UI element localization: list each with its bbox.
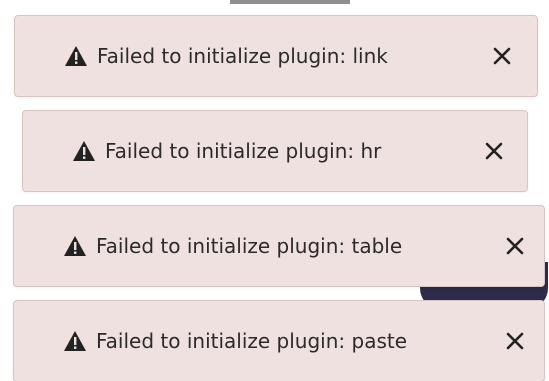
warning-icon — [62, 234, 88, 258]
notification-toast: Failed to initialize plugin: hr — [22, 110, 528, 192]
close-icon[interactable] — [502, 328, 528, 354]
warning-icon — [63, 44, 89, 68]
warning-icon — [71, 139, 97, 163]
notification-message: Failed to initialize plugin: paste — [96, 329, 408, 353]
warning-icon — [62, 329, 88, 353]
notification-toast: Failed to initialize plugin: table — [13, 205, 545, 287]
close-icon[interactable] — [489, 43, 515, 69]
notification-area: Failed to initialize plugin: link Failed… — [0, 0, 549, 381]
notification-message: Failed to initialize plugin: link — [97, 44, 388, 68]
background-text-fragment — [230, 0, 350, 4]
notification-toast: Failed to initialize plugin: link — [14, 15, 538, 97]
notification-message: Failed to initialize plugin: table — [96, 234, 403, 258]
close-icon[interactable] — [481, 138, 507, 164]
notification-message: Failed to initialize plugin: hr — [105, 139, 382, 163]
notification-toast: Failed to initialize plugin: paste — [13, 300, 545, 381]
close-icon[interactable] — [502, 233, 528, 259]
